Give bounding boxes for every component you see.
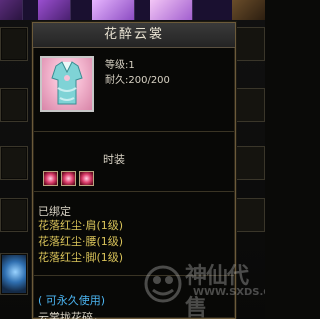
inventory-slot[interactable] (235, 27, 265, 61)
set-items-list: 花落红尘·肩(1级) 花落红尘·腰(1级) 花落红尘·脚(1级) (38, 218, 123, 266)
inventory-slot[interactable] (0, 146, 28, 180)
fashion-section-label: 时装 (103, 153, 125, 166)
portrait-thumb[interactable] (150, 0, 193, 20)
item-tooltip: 花醉云裳 等级:1 耐久:200/200 时装 已绑定 花落红尘·肩(1级) 花… (32, 22, 236, 319)
divider (34, 275, 234, 276)
portrait-thumb[interactable] (38, 0, 71, 20)
gem-socket-icon (43, 171, 58, 186)
inventory-slot[interactable] (0, 27, 28, 61)
inventory-slot[interactable] (0, 88, 28, 122)
gem-socket-icon (79, 171, 94, 186)
inventory-slot-wing[interactable] (0, 253, 28, 295)
game-screen: 花醉云裳 等级:1 耐久:200/200 时装 已绑定 花落红尘·肩(1级) 花… (0, 0, 265, 319)
inventory-slot[interactable] (235, 88, 265, 122)
usage-duration: ( 可永久使用) (38, 294, 106, 307)
gem-socket-icon (61, 171, 76, 186)
portrait-thumb[interactable] (92, 0, 135, 20)
set-item: 花落红尘·脚(1级) (38, 251, 124, 264)
costume-icon (40, 56, 94, 112)
portrait-thumb[interactable] (0, 0, 23, 20)
item-description: 云裳拢花碎， (38, 311, 104, 319)
portrait-thumb[interactable] (232, 0, 265, 20)
item-level: 等级:1 (105, 60, 135, 71)
divider (34, 131, 234, 132)
divider (34, 191, 234, 192)
set-item: 花落红尘·腰(1级) (38, 235, 124, 248)
set-item: 花落红尘·肩(1级) (38, 219, 124, 232)
inventory-slot[interactable] (0, 198, 28, 232)
inventory-slot[interactable] (235, 198, 265, 232)
top-portrait-strip (0, 0, 265, 20)
inventory-slot[interactable] (235, 146, 265, 180)
bound-status: 已绑定 (38, 205, 71, 218)
item-name: 花醉云裳 (33, 23, 235, 48)
item-durability: 耐久:200/200 (105, 75, 170, 86)
